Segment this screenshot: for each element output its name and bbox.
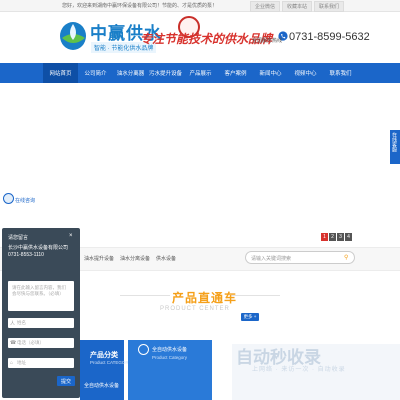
category-link-sewage[interactable]: 油水提升设备 [84,255,114,262]
category-links: 油水提升设备 油水分离设备 供水设备 [84,255,176,262]
hero-banner[interactable] [0,84,400,247]
banner-page-4[interactable]: 4 [345,233,352,241]
message-panel-title: 请您留言 [8,235,29,241]
main-nav: 网站首页 公司简介 油水分离器 污水提升设备 产品展示 客户案例 新闻中心 视频… [0,63,400,83]
search-input[interactable]: 请输入关键词搜索 ⚲ [245,251,355,264]
hotline-label: 全国服务热线 [252,38,283,44]
online-service-float[interactable]: 在线客服 [390,130,400,164]
top-link-favorite[interactable]: 收藏本站 [282,1,313,12]
nav-item-oil-separator[interactable]: 油水分离器 [113,63,148,83]
product-category-item[interactable]: 全自动供水设备 [84,382,119,389]
address-field[interactable]: ⌂ 地址 [8,358,74,368]
message-textarea-placeholder: 请在此输入留言内容，我们会尽快与您联系。（必填） [12,285,66,296]
top-links: 企业微信 收藏本站 联系我们 [250,1,345,12]
top-utility-bar: 您好，欢迎来到湖南中赢环保设备有限公司！节能的、才是优质的泵！ 企业微信 收藏本… [0,0,400,12]
heading-divider-left [120,295,170,296]
heading-divider-right [230,295,280,296]
nav-item-about[interactable]: 公司简介 [78,63,113,83]
product-category-subtitle: Product CATEGORY [90,360,132,365]
product-center-title: 产品直通车 [172,291,238,305]
nav-item-video[interactable]: 视频中心 [288,63,323,83]
banner-page-1[interactable]: 1 [321,233,328,241]
close-icon[interactable]: × [69,233,73,239]
search-placeholder: 请输入关键词搜索 [251,256,292,262]
banner-page-3[interactable]: 3 [337,233,344,241]
message-textarea[interactable]: 请在此输入留言内容，我们会尽快与您联系。（必填） [8,281,74,311]
product-card-subtitle: Product Category [152,355,188,360]
phone-small-icon: ☎ [10,340,17,346]
product-category-panel [80,340,124,400]
product-center-subtitle: PRODUCT CENTER [160,306,230,312]
nav-item-contact[interactable]: 联系我们 [323,63,358,83]
nav-item-news[interactable]: 新闻中心 [253,63,288,83]
category-link-water[interactable]: 供水设备 [156,255,176,262]
submit-button[interactable]: 提交 [57,376,75,386]
qq-avatar-icon[interactable] [3,193,14,204]
product-card-title[interactable]: 全自动供水设备 [152,346,187,353]
banner-pagination: 1 2 3 4 [321,233,352,241]
nav-item-sewage-lift[interactable]: 污水提升设备 [148,63,183,83]
nav-item-products[interactable]: 产品展示 [183,63,218,83]
nav-item-home[interactable]: 网站首页 [43,63,78,83]
name-field-placeholder: 姓名 [17,320,26,325]
phone-field[interactable]: ☎ 电话（必填） [8,338,74,348]
top-link-contact[interactable]: 联系我们 [314,1,345,12]
search-icon[interactable]: ⚲ [344,254,348,261]
home-icon: ⌂ [10,360,14,366]
online-service-label: 在线客服 [391,132,397,152]
nav-item-cases[interactable]: 客户案例 [218,63,253,83]
name-field[interactable]: 人 姓名 [8,318,74,328]
product-category-title: 产品分类 [90,352,118,359]
address-field-placeholder: 地址 [17,360,26,365]
banner-page-2[interactable]: 2 [329,233,336,241]
phone-field-placeholder: 电话（必填） [17,340,44,345]
hotline-number: 0731-8599-5632 [289,31,370,43]
more-button[interactable]: 更多 + [241,313,259,321]
top-link-wechat[interactable]: 企业微信 [250,1,281,12]
welcome-text: 您好，欢迎来到湖南中赢环保设备有限公司！节能的、才是优质的泵！ [62,3,218,9]
person-icon: 人 [10,321,16,327]
category-link-oil[interactable]: 油水分离设备 [120,255,150,262]
product-card-icon [138,344,149,355]
watermark-subtitle: 上网络 · 来访一次 · 自动收录 [252,367,346,373]
message-company-info: 长沙中赢供水设备有限公司0731-8553-1110 [8,245,69,258]
page: 您好，欢迎来到湖南中赢环保设备有限公司！节能的、才是优质的泵！ 企业微信 收藏本… [0,0,400,400]
logo-mark-icon[interactable] [58,20,88,54]
qq-consult-label[interactable]: 在线咨询 [15,197,35,204]
